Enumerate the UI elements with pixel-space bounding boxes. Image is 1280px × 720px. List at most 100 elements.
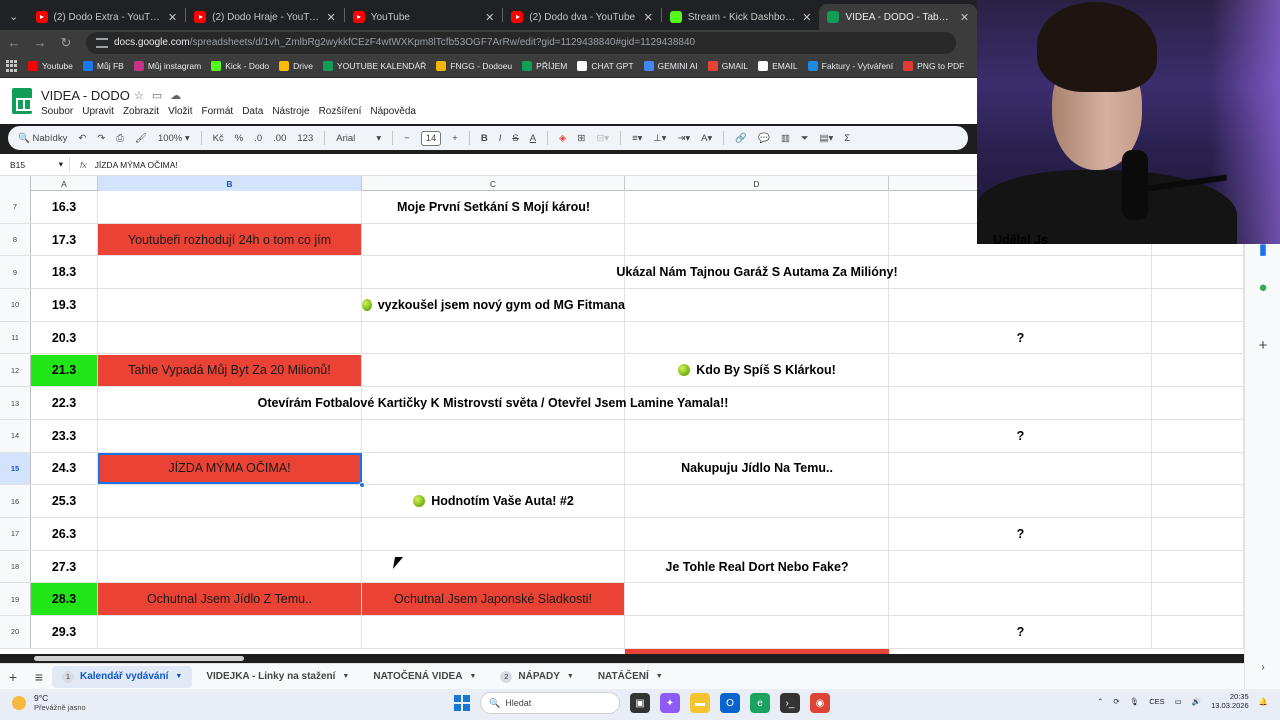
cell-b[interactable]: Ochutnal Jsem Jídlo Z Temu.. [98,583,362,616]
row-header[interactable]: 20 [0,616,31,648]
cell-e[interactable] [889,550,1152,583]
cell-f[interactable] [1152,321,1244,354]
cell-c[interactable] [362,518,625,550]
cell-d[interactable] [625,648,889,654]
menu-search[interactable]: 🔍 Nabídky [18,133,67,144]
cell-b[interactable] [98,289,362,321]
cell-c[interactable] [362,485,625,517]
font-size-decrease-button[interactable]: − [404,133,410,144]
browser-tab-4[interactable]: (2) Dodo dva - YouTube ✕ [503,4,661,30]
address-bar[interactable]: docs.google.com/spreadsheets/d/1vh_ZmlbR… [86,31,956,54]
close-icon[interactable]: ✕ [960,11,969,24]
menu-item[interactable]: Data [242,106,263,117]
cell-e[interactable] [889,616,1152,648]
cell-d[interactable] [625,387,889,419]
cell-d[interactable] [625,354,889,387]
cell-d[interactable] [625,616,889,648]
edge-icon[interactable]: e [750,693,770,713]
network-icon[interactable]: ▭ [1175,697,1182,706]
tab-search-icon[interactable]: ⌄ [0,2,28,30]
bold-button[interactable]: B [481,133,488,144]
cell-c[interactable] [362,256,625,289]
cell-a[interactable]: 18.3 [31,256,98,289]
redo-icon[interactable]: ↷ [97,133,105,144]
select-all-corner[interactable] [0,176,31,191]
cell-b[interactable] [98,616,362,648]
cell-b[interactable] [98,256,362,289]
cloud-status-icon[interactable]: ☁ [170,89,181,102]
sheet-tab[interactable]: NATÁČENÍ ▼ [588,666,673,688]
bookmark-item[interactable]: FNGG - Dodoeu [436,61,512,71]
browser-tab-3[interactable]: YouTube ✕ [345,4,503,30]
cell-a[interactable]: 20.3 [31,321,98,354]
chevron-down-icon[interactable]: ▼ [342,673,349,680]
cell-e[interactable] [889,321,1152,354]
cell-f[interactable] [1152,518,1244,550]
chevron-down-icon[interactable]: ▼ [175,673,182,680]
spreadsheet-grid[interactable]: A B C D 7 16.3 Moje První Setkání S Mojí k… [0,176,1244,654]
menu-item[interactable]: Formát [202,106,234,117]
font-size-increase-button[interactable]: + [452,133,458,144]
bookmark-item[interactable]: Faktury - Vytváření [807,61,893,71]
weather-widget[interactable]: 9°C Převážně jasno [12,693,86,712]
cell-e[interactable] [889,485,1152,517]
menu-item[interactable]: Nástroje [272,106,309,117]
strikethrough-button[interactable]: S [512,133,518,144]
cell-d[interactable] [625,518,889,550]
apps-icon[interactable] [6,60,18,72]
all-sheets-icon[interactable]: ≡ [26,669,52,685]
print-icon[interactable]: ⎙ [116,133,124,144]
cell-d[interactable] [625,223,889,256]
cell-d[interactable] [625,452,889,485]
menu-item[interactable]: Rozšíření [319,106,362,117]
maps-icon[interactable]: ● [1256,279,1270,296]
cell-b[interactable] [98,419,362,452]
browser-tab-5[interactable]: Stream - Kick Dashboard ✕ [662,4,820,30]
contacts-icon[interactable]: ▮ [1256,241,1270,258]
cell-d[interactable] [625,485,889,517]
document-title[interactable]: VIDEA - DODO [41,88,130,103]
horizontal-align-icon[interactable]: ≡▾ [632,133,642,144]
chevron-down-icon[interactable]: ▼ [567,673,574,680]
sheet-tab[interactable]: NATOČENÁ VIDEA ▼ [363,666,486,688]
row-header[interactable]: 16 [0,485,31,517]
cell-b[interactable]: JÍZDA MÝMA OČIMA! [98,452,362,485]
undo-icon[interactable]: ↶ [78,133,86,144]
cell-b[interactable]: Youtubeři rozhodují 24h o tom co jím [98,223,362,256]
language-indicator[interactable]: CES [1149,697,1164,706]
close-icon[interactable]: ✕ [485,11,494,24]
bookmark-item[interactable]: Drive [279,61,313,71]
cell-d[interactable] [625,191,889,223]
filter-icon[interactable]: ⏷ [801,133,809,144]
browser-tab-2[interactable]: (2) Dodo Hraje - YouTube ✕ [186,4,344,30]
chevron-up-icon[interactable]: ⌃ [1097,697,1103,706]
percent-format-button[interactable]: % [235,133,243,144]
cell-f[interactable] [1152,289,1244,321]
menu-item[interactable]: Nápověda [370,106,416,117]
cell-c[interactable] [362,223,625,256]
cell-e[interactable] [889,289,1152,321]
cell-e[interactable] [889,583,1152,616]
cell-a[interactable]: 29.3 [31,616,98,648]
vertical-align-icon[interactable]: ⊥▾ [653,133,666,144]
insert-comment-icon[interactable]: 💬 [758,133,770,144]
zoom-select[interactable]: 100% ▾ [158,133,190,144]
cell-e[interactable] [889,518,1152,550]
filter-views-icon[interactable]: ▤▾ [820,133,834,144]
cell-c[interactable] [362,191,625,223]
cell-f[interactable] [1152,485,1244,517]
cell-a[interactable]: 22.3 [31,387,98,419]
row-header[interactable]: 11 [0,321,31,354]
cell-f[interactable] [1152,452,1244,485]
menu-item[interactable]: Vložit [168,106,192,117]
insert-link-icon[interactable]: 🔗 [735,133,747,144]
chevron-down-icon[interactable]: ▼ [469,673,476,680]
cell-c[interactable] [362,550,625,583]
cell-b[interactable] [98,518,362,550]
row-header[interactable]: 7 [0,191,31,223]
forward-icon[interactable]: → [28,32,52,54]
volume-icon[interactable]: 🔊 [1192,697,1201,706]
add-addon-icon[interactable]: + [1256,337,1270,354]
move-folder-icon[interactable]: ▭ [152,89,162,102]
bookmark-item[interactable]: CHAT GPT [577,61,634,71]
